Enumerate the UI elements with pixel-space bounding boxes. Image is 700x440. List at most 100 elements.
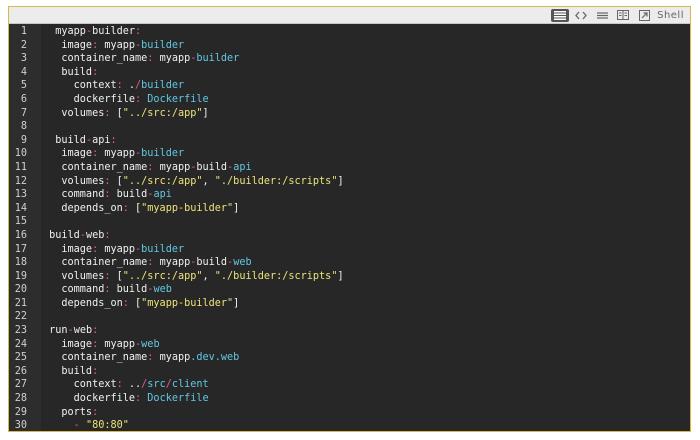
line-number: 7 [20, 107, 27, 119]
line-number: 27 [14, 379, 27, 391]
code-token: , [202, 270, 215, 282]
code-snippet-window: Shell 1 myapp-builder: 2 image: myapp-bui… [8, 6, 691, 432]
code-line: 19 volumes: ["../src:/app", "./builder:/… [9, 270, 690, 284]
code-token: myapp [104, 39, 136, 51]
code-line: 8 [9, 120, 690, 134]
code-token: myapp [104, 338, 136, 350]
code-token: build [196, 161, 228, 173]
code-token: [ [110, 270, 123, 282]
code-line: 29 ports: [9, 406, 690, 420]
code-text: context: ./builder [43, 79, 184, 93]
code-text: image: myapp-builder [43, 243, 184, 257]
snippet-toolbar: Shell [9, 7, 690, 24]
code-text: - "80:80" [43, 419, 129, 431]
code-text: container_name: myapp-build-api [43, 161, 251, 175]
code-line: 22 [9, 310, 690, 324]
code-token: builder [141, 80, 185, 92]
code-line: 27 context: ../src/client [9, 378, 690, 392]
code-token: Dockerfile [147, 93, 209, 105]
code-text: build: [43, 365, 98, 379]
list-icon[interactable] [551, 8, 570, 22]
code-lines: 1 myapp-builder: 2 image: myapp-builder 3 … [9, 25, 690, 432]
exchange-icon[interactable] [593, 9, 611, 22]
code-token: command [43, 284, 105, 296]
code-text: volumes: ["../src:/app", "./builder:/scr… [43, 270, 344, 284]
code-line: 21 depends_on: ["myapp-builder"] [9, 297, 690, 311]
code-line: 1 myapp-builder: [9, 25, 690, 39]
code-line: 12 volumes: ["../src:/app", "./builder:/… [9, 175, 690, 189]
code-token: client [171, 379, 209, 391]
code-token: web [85, 229, 105, 241]
code-text: build-web: [43, 229, 110, 243]
code-line: 23 run-web: [9, 324, 690, 338]
code-token: ] [337, 175, 344, 187]
code-editor: 1 myapp-builder: 2 image: myapp-builder 3 … [9, 24, 690, 432]
code-text: volumes: ["../src:/app", "./builder:/scr… [43, 175, 344, 189]
code-token: "../src:/app" [122, 175, 203, 187]
code-token: web [73, 325, 93, 337]
line-number: 2 [20, 39, 27, 51]
code-token: : [92, 406, 99, 418]
line-number: 24 [14, 338, 27, 350]
code-token: web [141, 338, 160, 350]
code-token: context [43, 80, 117, 92]
line-number: 22 [14, 311, 27, 323]
columns-icon[interactable] [614, 9, 632, 22]
code-text: run-web: [43, 324, 98, 338]
code-text: volumes: ["../src:/app"] [43, 107, 208, 121]
code-line: 26 build: [9, 365, 690, 379]
line-number: 29 [14, 406, 27, 418]
code-brackets-icon[interactable] [572, 9, 590, 22]
code-token: api [92, 134, 111, 146]
code-token: myapp [43, 26, 86, 37]
code-token: .. [122, 379, 142, 391]
code-token: volumes [43, 107, 105, 119]
code-line: 6 dockerfile: Dockerfile [9, 93, 690, 107]
line-number: 19 [14, 270, 27, 282]
code-line: 18 container_name: myapp-build-web [9, 256, 690, 270]
code-line: 30 - "80:80" [9, 419, 690, 432]
code-token: image [43, 39, 93, 51]
code-token: myapp [159, 257, 191, 269]
code-token: myapp [159, 352, 191, 364]
code-text: image: myapp-builder [43, 147, 184, 161]
code-token: depends_on [43, 202, 123, 214]
code-line: 5 context: ./builder [9, 79, 690, 93]
code-token: builder [141, 148, 185, 160]
code-token: builder [196, 53, 240, 65]
code-token: , [202, 175, 215, 187]
code-token: : [92, 365, 99, 377]
code-line: 20 command: build-web [9, 283, 690, 297]
code-token: build [43, 229, 80, 241]
code-text: command: build-web [43, 283, 172, 297]
code-line: 9 build-api: [9, 134, 690, 148]
code-token: image [43, 148, 93, 160]
line-number: 21 [14, 297, 27, 309]
code-token: volumes [43, 175, 105, 187]
external-link-icon[interactable] [635, 9, 653, 22]
line-number: 12 [14, 175, 27, 187]
code-text: command: build-api [43, 188, 171, 202]
code-token: : [92, 66, 99, 78]
code-line: 28 dockerfile: Dockerfile [9, 392, 690, 406]
code-token: : [92, 325, 99, 337]
code-token: ] [337, 270, 344, 282]
code-text: ports: [43, 406, 98, 420]
code-text: image: myapp-web [43, 338, 160, 352]
code-token: : [135, 26, 142, 37]
code-token: web [153, 284, 172, 296]
line-number: 8 [20, 121, 27, 133]
line-number: 25 [14, 352, 27, 364]
code-text: build: [43, 66, 98, 80]
code-text: build-api: [43, 134, 116, 148]
code-token: build [43, 66, 93, 78]
code-token: [ [110, 107, 123, 119]
line-number: 16 [14, 229, 27, 241]
code-token: ports [43, 406, 93, 418]
code-token: "myapp-builder" [141, 202, 234, 214]
code-token: dockerfile [43, 393, 136, 405]
code-token: [ [110, 175, 123, 187]
line-number: 30 [14, 420, 27, 432]
code-line: 3 container_name: myapp-builder [9, 52, 690, 66]
code-text: container_name: myapp-build-web [43, 256, 251, 270]
